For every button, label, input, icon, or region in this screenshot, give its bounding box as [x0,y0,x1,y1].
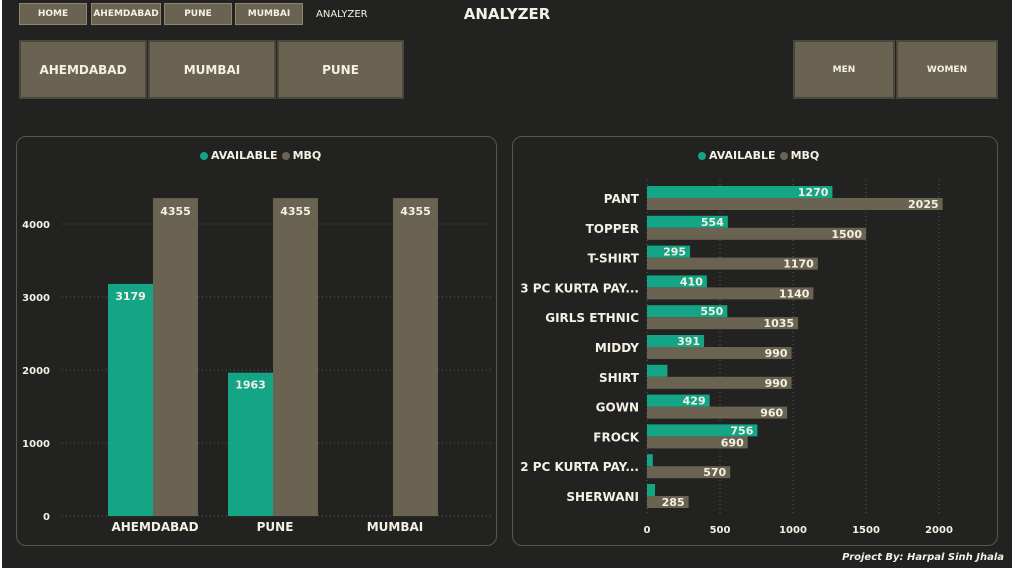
data-label-available: 410 [680,275,703,288]
data-label-available: 429 [683,395,706,408]
y-category-label: GIRLS ETHNIC [545,311,639,325]
y-category-label: 2 PC KURTA PAY... [520,460,639,474]
data-label-mbq: 1035 [763,317,794,330]
footer-credit: Project By: Harpal Sinh Jhala [842,552,1004,563]
data-label-available: 295 [663,246,686,259]
data-label-mbq: 285 [662,496,685,509]
bar-available [647,454,653,467]
data-label-available: 391 [677,335,700,348]
x-tick-label: 1500 [852,525,880,536]
data-label-available: 554 [701,216,724,229]
y-category-label: SHIRT [599,371,640,385]
bar-available [647,484,656,496]
bar-mbq [647,198,943,210]
data-label-available: 1270 [798,186,829,199]
product-bar-chart: 0 500 1000 1500 2000 PANT 1270 2025 TOPPER 554 150… [520,180,953,536]
y-category-label: SHERWANI [566,490,639,504]
data-label-available: 550 [700,305,723,318]
x-tick-label: 1000 [779,525,807,536]
data-label-mbq: 1170 [783,258,814,271]
x-tick-label: 0 [644,525,651,536]
data-label-mbq: 960 [760,407,783,420]
data-label-mbq: 1500 [831,228,862,241]
data-label-mbq: 1140 [779,287,810,300]
y-category-label: MIDDY [595,341,639,355]
x-tick-label: 500 [710,525,731,536]
y-category-label: TOPPER [586,222,639,236]
y-category-label: 3 PC KURTA PAY... [520,281,639,295]
bar-available [647,364,668,377]
dashboard: HOME AHEMDABAD PUNE MUMBAI ANALYZER ANAL… [2,0,1012,568]
y-category-label: FROCK [593,430,639,444]
data-label-mbq: 990 [765,377,788,390]
x-tick-label: 2000 [925,525,953,536]
data-label-mbq: 2025 [908,198,939,211]
y-category-label: T-SHIRT [588,252,640,266]
y-category-label: PANT [604,192,640,206]
y-category-label: GOWN [596,401,639,415]
data-label-mbq: 990 [765,347,788,360]
data-label-mbq: 690 [721,436,744,449]
data-label-mbq: 570 [703,466,726,479]
